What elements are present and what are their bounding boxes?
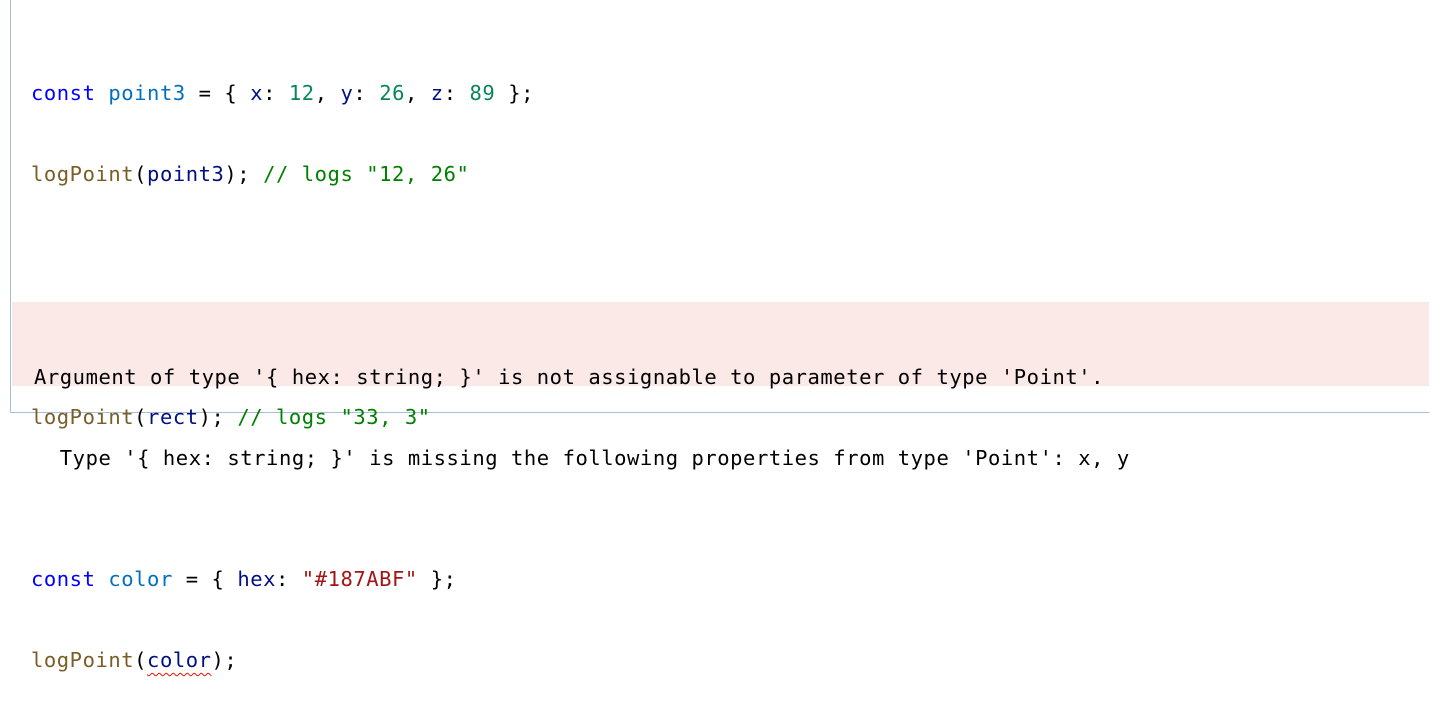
error-message: Argument of type '{ hex: string; }' is n…: [34, 313, 1130, 523]
comment: // logs "12, 26": [263, 162, 470, 186]
punctuation: :: [353, 81, 380, 105]
punctuation: :: [263, 81, 289, 105]
property-name: y: [340, 81, 354, 105]
code-line-5: const color = { hex: "#187ABF" };: [31, 563, 702, 596]
punctuation: = {: [172, 567, 238, 591]
punctuation: };: [495, 81, 534, 105]
number-literal: 12: [288, 81, 315, 105]
punctuation: :: [443, 81, 470, 105]
property-name: z: [430, 81, 444, 105]
number-literal: 89: [469, 81, 496, 105]
punctuation: };: [417, 567, 457, 591]
punctuation: );: [211, 648, 238, 672]
argument: point3: [147, 162, 225, 186]
function-name: logPoint: [31, 162, 135, 186]
punctuation: (: [134, 162, 148, 186]
code-line-6: logPoint(color);: [31, 644, 702, 677]
number-literal: 26: [379, 81, 405, 105]
string-literal: "#187ABF": [301, 567, 418, 591]
punctuation: :: [276, 567, 302, 591]
punctuation: );: [224, 162, 264, 186]
function-name: logPoint: [31, 648, 135, 672]
property-name: hex: [237, 567, 276, 591]
error-message-line-2: Type '{ hex: string; }' is missing the f…: [34, 446, 1130, 470]
keyword: const: [31, 567, 96, 591]
punctuation: (: [134, 648, 148, 672]
error-message-panel: Argument of type '{ hex: string; }' is n…: [12, 302, 1429, 470]
variable-name: color: [108, 567, 173, 591]
punctuation: ,: [405, 81, 431, 105]
code-example-frame: const point3 = { x: 12, y: 26, z: 89 }; …: [10, 0, 1429, 672]
error-squiggle-argument[interactable]: color: [147, 648, 211, 672]
punctuation: ,: [314, 81, 341, 105]
code-line-2: logPoint(point3); // logs "12, 26": [31, 158, 702, 191]
punctuation: = {: [185, 81, 251, 105]
code-line-1: const point3 = { x: 12, y: 26, z: 89 };: [31, 77, 702, 110]
property-name: x: [250, 81, 264, 105]
variable-name: point3: [108, 81, 186, 105]
error-message-line-1: Argument of type '{ hex: string; }' is n…: [34, 365, 1105, 389]
keyword: const: [31, 81, 96, 105]
